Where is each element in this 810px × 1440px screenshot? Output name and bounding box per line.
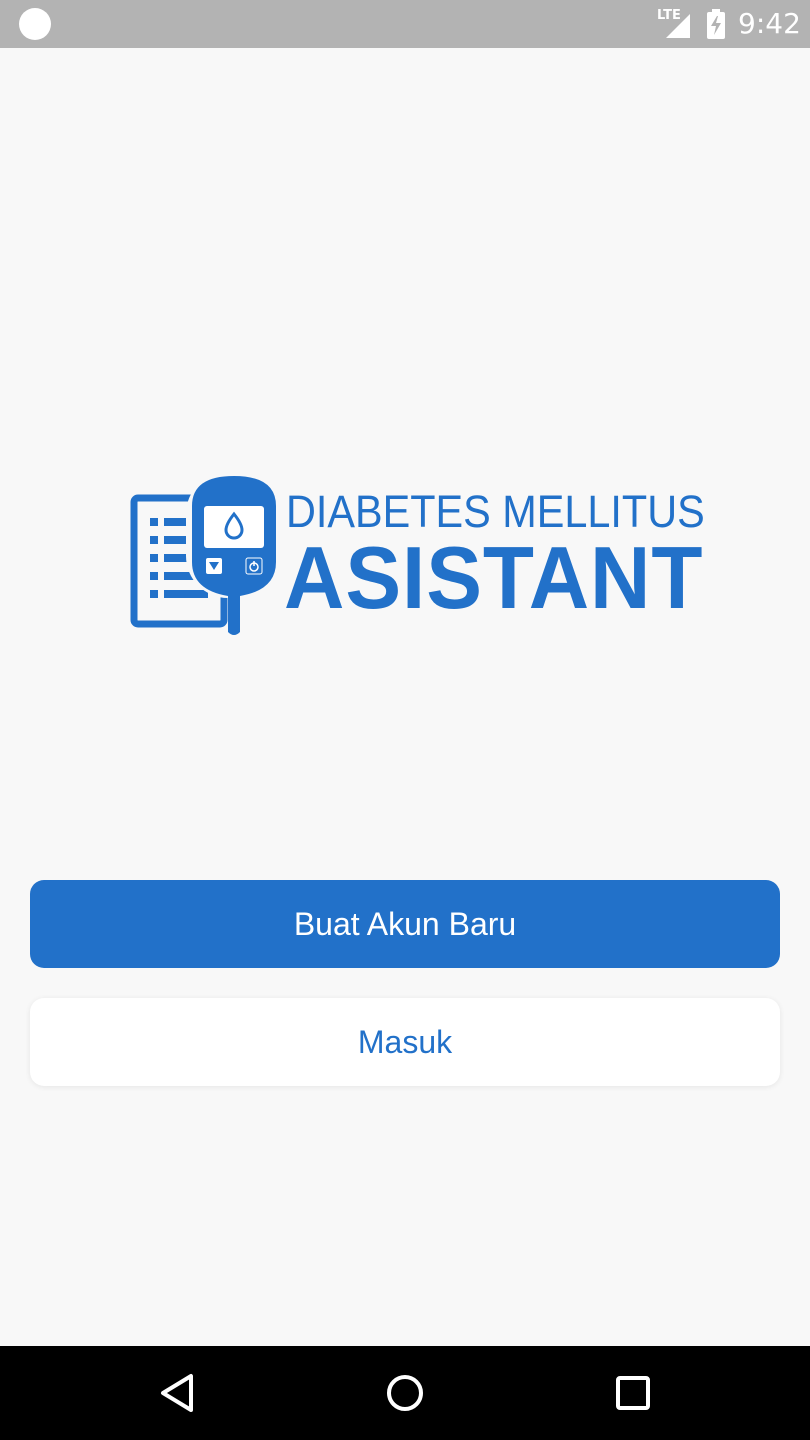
notification-dot-icon: [19, 8, 51, 40]
battery-charging-icon: [707, 9, 725, 39]
home-icon[interactable]: [380, 1368, 430, 1418]
welcome-screen: LTE 9:42 DIABETES MELLITUS ASISTANT Buat…: [0, 0, 810, 1440]
glucose-meter-icon: [130, 472, 280, 635]
status-bar: LTE 9:42: [0, 0, 810, 48]
create-account-button[interactable]: Buat Akun Baru: [30, 880, 780, 968]
app-logo: DIABETES MELLITUS ASISTANT: [130, 472, 710, 642]
back-icon[interactable]: [153, 1368, 203, 1418]
status-clock: 9:42: [738, 7, 801, 40]
signal-icon: [666, 14, 690, 38]
logo-title-main: ASISTANT: [284, 528, 704, 627]
navigation-bar: [0, 1346, 810, 1440]
login-button[interactable]: Masuk: [30, 998, 780, 1086]
recent-apps-icon[interactable]: [608, 1368, 658, 1418]
